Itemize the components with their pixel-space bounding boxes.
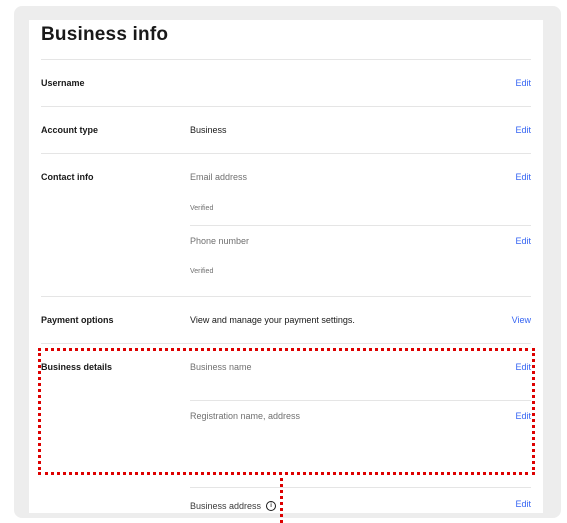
business-details-label: Business details	[41, 362, 113, 372]
registration-label: Registration name, address	[190, 411, 301, 421]
account-type-value: Business	[190, 125, 227, 135]
payment-options-label: Payment options	[41, 315, 114, 325]
business-address-edit-link[interactable]: Edit	[515, 499, 531, 509]
email-verified-status: Verified	[190, 205, 214, 212]
divider	[190, 400, 531, 401]
divider	[41, 296, 531, 297]
phone-number-label: Phone number	[190, 236, 250, 246]
divider	[41, 343, 531, 344]
divider	[41, 106, 531, 107]
business-address-label: Business address	[190, 501, 262, 511]
account-type-label: Account type	[41, 125, 99, 135]
phone-edit-link[interactable]: Edit	[515, 236, 531, 246]
contact-info-label: Contact info	[41, 172, 94, 182]
phone-verified-status: Verified	[190, 268, 214, 275]
business-name-edit-link[interactable]: Edit	[515, 362, 531, 372]
username-label: Username	[41, 78, 85, 88]
business-name-label: Business name	[190, 362, 252, 372]
username-edit-link[interactable]: Edit	[515, 78, 531, 88]
info-icon[interactable]: i	[266, 500, 277, 511]
email-edit-link[interactable]: Edit	[515, 172, 531, 182]
business-address-row: Business address i	[190, 500, 277, 512]
page-title: Business info	[41, 24, 169, 45]
registration-edit-link[interactable]: Edit	[515, 411, 531, 421]
highlight-connector-line	[280, 478, 283, 523]
account-type-edit-link[interactable]: Edit	[515, 125, 531, 135]
divider	[41, 59, 531, 60]
email-address-label: Email address	[190, 172, 248, 182]
divider	[41, 153, 531, 154]
payment-options-description: View and manage your payment settings.	[190, 315, 355, 325]
divider	[190, 225, 531, 226]
divider	[190, 487, 531, 488]
payment-options-view-link[interactable]: View	[512, 315, 531, 325]
business-info-panel: Business info Username Edit Account type…	[29, 20, 543, 513]
